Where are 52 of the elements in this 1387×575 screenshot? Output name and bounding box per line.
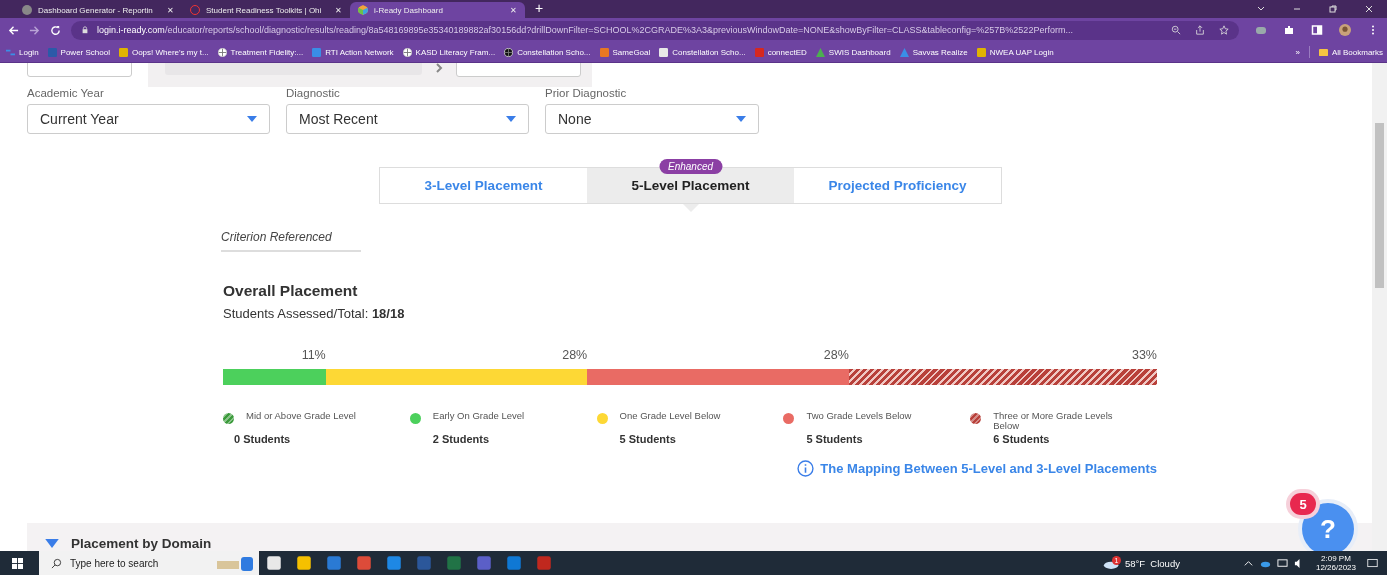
student-count: 0 Students (234, 433, 292, 445)
clock[interactable]: 2:09 PM 12/26/2023 (1315, 554, 1356, 572)
section-title: Overall Placement (223, 282, 359, 300)
bookmark[interactable]: Oops! Where's my t... (118, 47, 209, 57)
percent-label: 28% (561, 348, 588, 364)
students-assessed-text: Students Assessed/Total: 18/18 (223, 306, 406, 321)
student-count: 5 Students (619, 433, 677, 445)
legend-label: Two Grade Levels Below (806, 411, 913, 423)
bookmark[interactable]: Login (6, 47, 39, 57)
bookmark[interactable]: NWEA UAP Login (976, 47, 1054, 57)
bookmark[interactable]: SWIS Dashboard (815, 47, 891, 57)
mapping-link[interactable]: The Mapping Between 5-Level and 3-Level Placements (797, 460, 1157, 477)
field-label: Prior Diagnostic (545, 87, 628, 99)
dropdown[interactable]: Most Recent (286, 104, 529, 134)
bookmark[interactable]: Constellation Scho... (659, 47, 746, 57)
bookmark[interactable]: SameGoal (599, 47, 651, 57)
legend-label: One Grade Level Below (619, 411, 722, 423)
close-tab-button[interactable]: ✕ (510, 5, 517, 15)
legend-label: Mid or Above Grade Level (246, 411, 357, 423)
student-count: 5 Students (806, 433, 864, 445)
field-label: Academic Year (27, 87, 105, 99)
new-tab-button[interactable]: + (535, 0, 544, 16)
student-count: 2 Students (432, 433, 491, 445)
browser-tab[interactable]: Student Readiness Toolkits | Ohi ✕ (182, 2, 350, 18)
bookmark[interactable]: Power School (47, 47, 110, 57)
field-label: Diagnostic (286, 87, 341, 99)
taskbar-search-field[interactable]: Type here to search (39, 551, 259, 575)
dropdown[interactable]: None (545, 104, 759, 134)
bookmark[interactable]: connectED (754, 47, 807, 57)
view-tab[interactable]: 3-Level Placement (380, 168, 587, 203)
percent-label: 11% (300, 348, 326, 364)
view-tab[interactable]: Projected Proficiency (794, 168, 1001, 203)
student-count: 6 Students (993, 433, 1051, 445)
bookmark[interactable]: RTI Action Network (312, 47, 394, 57)
address-bar[interactable]: login.i-ready.com/educator/reports/school/diagnostic/results/reading/8a548169895e35340189882af30156dd?drillDownFilter=SCHOOL%2CGRADE%3A3&previousWindowDate=NONE&showByFilter=CLASS&tableconfig=%257B%2522Perform... (71, 20, 1239, 40)
all-bookmarks-button[interactable]: All Bookmarks (1318, 47, 1383, 57)
percent-label: 28% (822, 348, 849, 364)
bookmark[interactable]: Treatment Fidelity:... (217, 47, 304, 57)
close-tab-button[interactable]: ✕ (167, 5, 174, 15)
close-tab-button[interactable]: ✕ (335, 5, 342, 15)
criterion-tab[interactable]: Criterion Referenced (221, 230, 361, 252)
enhanced-badge: Enhanced (659, 159, 722, 174)
legend-label: Early On Grade Level (432, 411, 526, 423)
browser-tab[interactable]: i-Ready Dashboard ✕ (350, 2, 525, 18)
bookmark[interactable]: Savvas Realize (899, 47, 968, 57)
dropdown[interactable]: Current Year (27, 104, 270, 134)
legend-label: Three or More Grade Levels Below (993, 411, 1114, 431)
more-bookmarks-button[interactable]: » (1295, 47, 1300, 57)
browser-tab[interactable]: Dashboard Generator - Reportin ✕ (14, 2, 182, 18)
bookmark[interactable]: KASD Literacy Fram... (402, 47, 496, 57)
bookmark[interactable]: Constellation Scho... (504, 47, 591, 57)
percent-label: 33% (1130, 348, 1157, 364)
